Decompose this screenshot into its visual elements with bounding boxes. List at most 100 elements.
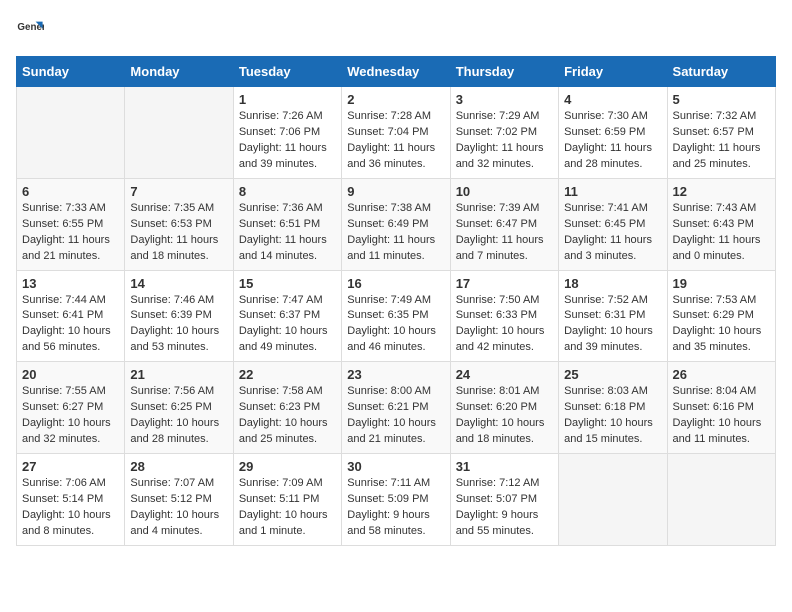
calendar-cell: 19Sunrise: 7:53 AMSunset: 6:29 PMDayligh… [667,270,775,362]
day-number: 11 [564,184,661,199]
calendar-cell: 17Sunrise: 7:50 AMSunset: 6:33 PMDayligh… [450,270,558,362]
day-info: Sunrise: 7:39 AMSunset: 6:47 PMDaylight:… [456,201,553,265]
calendar-cell: 9 Sunrise: 7:38 AMSunset: 6:49 PMDaylight… [342,178,450,270]
day-number: 13 [22,276,119,291]
day-info: Sunrise: 7:49 AMSunset: 6:35 PMDaylight:… [347,293,444,357]
day-number: 16 [347,276,444,291]
day-number: 18 [564,276,661,291]
day-header-monday: Monday [125,57,233,87]
day-info: Sunrise: 7:30 AMSunset: 6:59 PMDaylight:… [564,109,661,173]
day-info: Sunrise: 7:55 AMSunset: 6:27 PMDaylight:… [22,384,119,448]
calendar-cell: 27 Sunrise: 7:06 AMSunset: 5:14 PMDayligh… [17,454,125,546]
day-info: Sunrise: 7:50 AMSunset: 6:33 PMDaylight:… [456,293,553,357]
day-number: 26 [673,367,770,382]
day-info: Sunrise: 8:04 AMSunset: 6:16 PMDaylight:… [673,384,770,448]
day-number: 19 [673,276,770,291]
day-number: 25 [564,367,661,382]
day-number: 9 [347,184,444,199]
day-header-wednesday: Wednesday [342,57,450,87]
day-info: Sunrise: 7:26 AMSunset: 7:06 PMDaylight:… [239,109,336,173]
day-number: 5 [673,92,770,107]
day-number: 15 [239,276,336,291]
day-number: 28 [130,459,227,474]
day-header-saturday: Saturday [667,57,775,87]
week-row-5: 27 Sunrise: 7:06 AMSunset: 5:14 PMDayligh… [17,454,776,546]
calendar-cell: 13 Sunrise: 7:44 AMSunset: 6:41 PMDayligh… [17,270,125,362]
calendar-cell: 6 Sunrise: 7:33 AMSunset: 6:55 PMDaylight… [17,178,125,270]
calendar-cell: 15 Sunrise: 7:47 AMSunset: 6:37 PMDayligh… [233,270,341,362]
logo-icon: General [16,16,44,44]
calendar-cell: 5 Sunrise: 7:32 AMSunset: 6:57 PMDaylight… [667,87,775,179]
calendar-cell: 30Sunrise: 7:11 AMSunset: 5:09 PMDayligh… [342,454,450,546]
calendar-cell: 2 Sunrise: 7:28 AMSunset: 7:04 PMDaylight… [342,87,450,179]
calendar-cell: 16 Sunrise: 7:49 AMSunset: 6:35 PMDayligh… [342,270,450,362]
day-number: 4 [564,92,661,107]
day-info: Sunrise: 8:01 AMSunset: 6:20 PMDaylight:… [456,384,553,448]
calendar-cell: 7 Sunrise: 7:35 AMSunset: 6:53 PMDaylight… [125,178,233,270]
day-info: Sunrise: 8:03 AMSunset: 6:18 PMDaylight:… [564,384,661,448]
week-row-1: 1 Sunrise: 7:26 AMSunset: 7:06 PMDaylight… [17,87,776,179]
day-info: Sunrise: 7:58 AMSunset: 6:23 PMDaylight:… [239,384,336,448]
day-number: 12 [673,184,770,199]
day-info: Sunrise: 7:36 AMSunset: 6:51 PMDaylight:… [239,201,336,265]
day-info: Sunrise: 7:12 AMSunset: 5:07 PMDaylight:… [456,476,553,540]
day-info: Sunrise: 7:32 AMSunset: 6:57 PMDaylight:… [673,109,770,173]
week-row-2: 6 Sunrise: 7:33 AMSunset: 6:55 PMDaylight… [17,178,776,270]
day-number: 3 [456,92,553,107]
calendar-cell: 25 Sunrise: 8:03 AMSunset: 6:18 PMDayligh… [559,362,667,454]
day-number: 20 [22,367,119,382]
calendar-cell: 10 Sunrise: 7:39 AMSunset: 6:47 PMDayligh… [450,178,558,270]
day-number: 24 [456,367,553,382]
day-info: Sunrise: 7:35 AMSunset: 6:53 PMDaylight:… [130,201,227,265]
day-number: 10 [456,184,553,199]
day-info: Sunrise: 7:07 AMSunset: 5:12 PMDaylight:… [130,476,227,540]
calendar-cell: 26 Sunrise: 8:04 AMSunset: 6:16 PMDayligh… [667,362,775,454]
day-number: 27 [22,459,119,474]
day-info: Sunrise: 7:56 AMSunset: 6:25 PMDaylight:… [130,384,227,448]
calendar-cell: 28 Sunrise: 7:07 AMSunset: 5:12 PMDayligh… [125,454,233,546]
day-info: Sunrise: 7:09 AMSunset: 5:11 PMDaylight:… [239,476,336,540]
day-info: Sunrise: 7:29 AMSunset: 7:02 PMDaylight:… [456,109,553,173]
header: General [16,16,776,44]
day-info: Sunrise: 7:47 AMSunset: 6:37 PMDaylight:… [239,293,336,357]
calendar-cell [125,87,233,179]
day-info: Sunrise: 7:52 AMSunset: 6:31 PMDaylight:… [564,293,661,357]
day-info: Sunrise: 7:46 AMSunset: 6:39 PMDaylight:… [130,293,227,357]
calendar-cell: 12 Sunrise: 7:43 AMSunset: 6:43 PMDayligh… [667,178,775,270]
calendar-cell: 31Sunrise: 7:12 AMSunset: 5:07 PMDayligh… [450,454,558,546]
calendar-table: SundayMondayTuesdayWednesdayThursdayFrid… [16,56,776,546]
day-info: Sunrise: 7:43 AMSunset: 6:43 PMDaylight:… [673,201,770,265]
calendar-cell: 21 Sunrise: 7:56 AMSunset: 6:25 PMDayligh… [125,362,233,454]
day-info: Sunrise: 7:44 AMSunset: 6:41 PMDaylight:… [22,293,119,357]
calendar-cell: 22 Sunrise: 7:58 AMSunset: 6:23 PMDayligh… [233,362,341,454]
day-info: Sunrise: 7:06 AMSunset: 5:14 PMDaylight:… [22,476,119,540]
day-number: 8 [239,184,336,199]
calendar-cell: 4 Sunrise: 7:30 AMSunset: 6:59 PMDaylight… [559,87,667,179]
day-number: 29 [239,459,336,474]
calendar-cell [559,454,667,546]
calendar-cell: 14Sunrise: 7:46 AMSunset: 6:39 PMDayligh… [125,270,233,362]
day-header-sunday: Sunday [17,57,125,87]
calendar-cell: 1 Sunrise: 7:26 AMSunset: 7:06 PMDaylight… [233,87,341,179]
day-number: 21 [130,367,227,382]
calendar-cell [667,454,775,546]
day-number: 6 [22,184,119,199]
day-header-thursday: Thursday [450,57,558,87]
week-row-3: 13 Sunrise: 7:44 AMSunset: 6:41 PMDayligh… [17,270,776,362]
day-info: Sunrise: 7:33 AMSunset: 6:55 PMDaylight:… [22,201,119,265]
day-number: 22 [239,367,336,382]
calendar-cell: 3 Sunrise: 7:29 AMSunset: 7:02 PMDaylight… [450,87,558,179]
day-header-tuesday: Tuesday [233,57,341,87]
calendar-cell: 11Sunrise: 7:41 AMSunset: 6:45 PMDayligh… [559,178,667,270]
calendar-cell: 23Sunrise: 8:00 AMSunset: 6:21 PMDayligh… [342,362,450,454]
calendar-cell [17,87,125,179]
day-info: Sunrise: 7:38 AMSunset: 6:49 PMDaylight:… [347,201,444,265]
day-number: 1 [239,92,336,107]
calendar-cell: 24 Sunrise: 8:01 AMSunset: 6:20 PMDayligh… [450,362,558,454]
day-info: Sunrise: 7:28 AMSunset: 7:04 PMDaylight:… [347,109,444,173]
day-number: 2 [347,92,444,107]
logo: General [16,16,48,44]
day-header-friday: Friday [559,57,667,87]
day-info: Sunrise: 7:11 AMSunset: 5:09 PMDaylight:… [347,476,444,540]
day-number: 7 [130,184,227,199]
